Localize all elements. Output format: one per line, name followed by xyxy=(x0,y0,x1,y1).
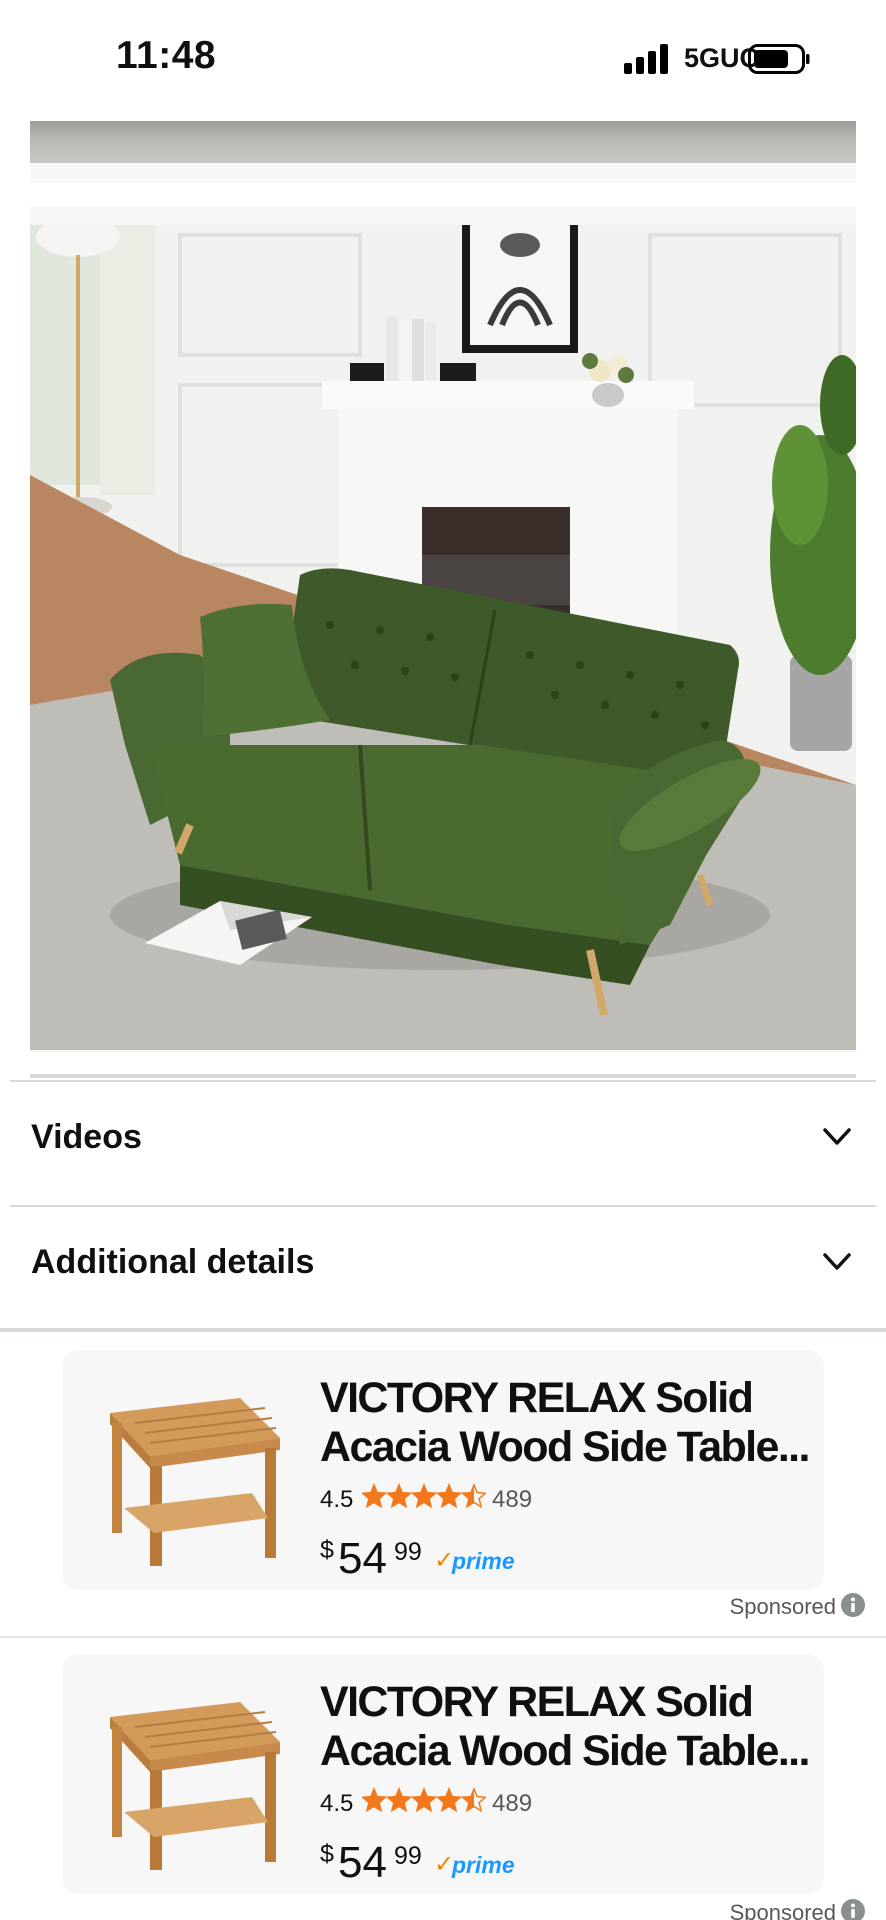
ad-title[interactable]: VICTORY RELAX Solid Acacia Wood Side Tab… xyxy=(320,1678,820,1776)
additional-details-accordion[interactable]: Additional details xyxy=(10,1205,876,1330)
price-whole: 54 xyxy=(338,1838,387,1887)
price-currency: $ xyxy=(320,1536,334,1564)
previous-gallery-image[interactable] xyxy=(30,121,856,163)
signal-icon xyxy=(624,44,668,74)
chevron-down-icon xyxy=(823,1128,851,1145)
info-icon xyxy=(841,1899,865,1920)
gallery-divider xyxy=(30,1074,856,1078)
sofa-illustration xyxy=(30,225,856,1050)
sponsored-product-card[interactable]: VICTORY RELAX Solid Acacia Wood Side Tab… xyxy=(62,1654,824,1894)
prime-badge: ✓ prime xyxy=(434,1546,524,1576)
prime-label: prime xyxy=(452,1852,515,1878)
review-count: 489 xyxy=(492,1486,533,1513)
info-icon xyxy=(841,1593,865,1617)
gallery-spacer xyxy=(30,163,856,183)
price-currency: $ xyxy=(320,1840,334,1868)
price-fraction: 99 xyxy=(394,1538,422,1566)
sponsored-product-card[interactable]: VICTORY RELAX Solid Acacia Wood Side Tab… xyxy=(62,1350,824,1590)
prime-badge: ✓ prime xyxy=(434,1850,524,1880)
sponsored-label: Sponsored xyxy=(729,1594,836,1619)
rating-value: 4.5 xyxy=(320,1486,354,1513)
sponsored-info[interactable]: Sponsored xyxy=(706,1592,866,1626)
star-fill xyxy=(437,1789,461,1811)
chevron-down-icon xyxy=(823,1253,851,1270)
star-fill xyxy=(362,1485,386,1507)
battery-icon xyxy=(748,44,810,74)
star-rating-icon xyxy=(362,1787,486,1813)
videos-accordion[interactable]: Videos xyxy=(10,1080,876,1205)
star-fill xyxy=(387,1485,411,1507)
review-count: 489 xyxy=(492,1790,533,1817)
star-fill xyxy=(437,1485,461,1507)
product-detail-page: 11:48 5GUC Videos Additional details VIC… xyxy=(0,0,886,1920)
price-fraction: 99 xyxy=(394,1842,422,1870)
price-row: $ 54 99 ✓ prime xyxy=(320,1836,620,1887)
price-row: $ 54 99 ✓ prime xyxy=(320,1532,620,1583)
green-tufted-sofa-image[interactable] xyxy=(30,225,856,1050)
additional-details-label: Additional details xyxy=(31,1243,315,1281)
section-divider xyxy=(0,1328,886,1332)
videos-label: Videos xyxy=(31,1118,142,1156)
side-table-image xyxy=(110,1398,280,1566)
star-fill xyxy=(362,1789,386,1811)
prime-label: prime xyxy=(452,1548,515,1574)
card-separator xyxy=(0,1636,886,1638)
status-time: 11:48 xyxy=(116,34,217,77)
star-fill xyxy=(387,1789,411,1811)
star-fill xyxy=(412,1789,436,1811)
star-fill xyxy=(412,1485,436,1507)
price-whole: 54 xyxy=(338,1534,387,1583)
ad-title[interactable]: VICTORY RELAX Solid Acacia Wood Side Tab… xyxy=(320,1374,820,1472)
sponsored-label: Sponsored xyxy=(729,1900,836,1920)
sponsored-info[interactable]: Sponsored xyxy=(706,1898,866,1920)
status-bar: 11:48 5GUC xyxy=(0,0,886,118)
side-table-image xyxy=(110,1702,280,1870)
star-rating-icon xyxy=(362,1483,486,1509)
rating-value: 4.5 xyxy=(320,1790,354,1817)
